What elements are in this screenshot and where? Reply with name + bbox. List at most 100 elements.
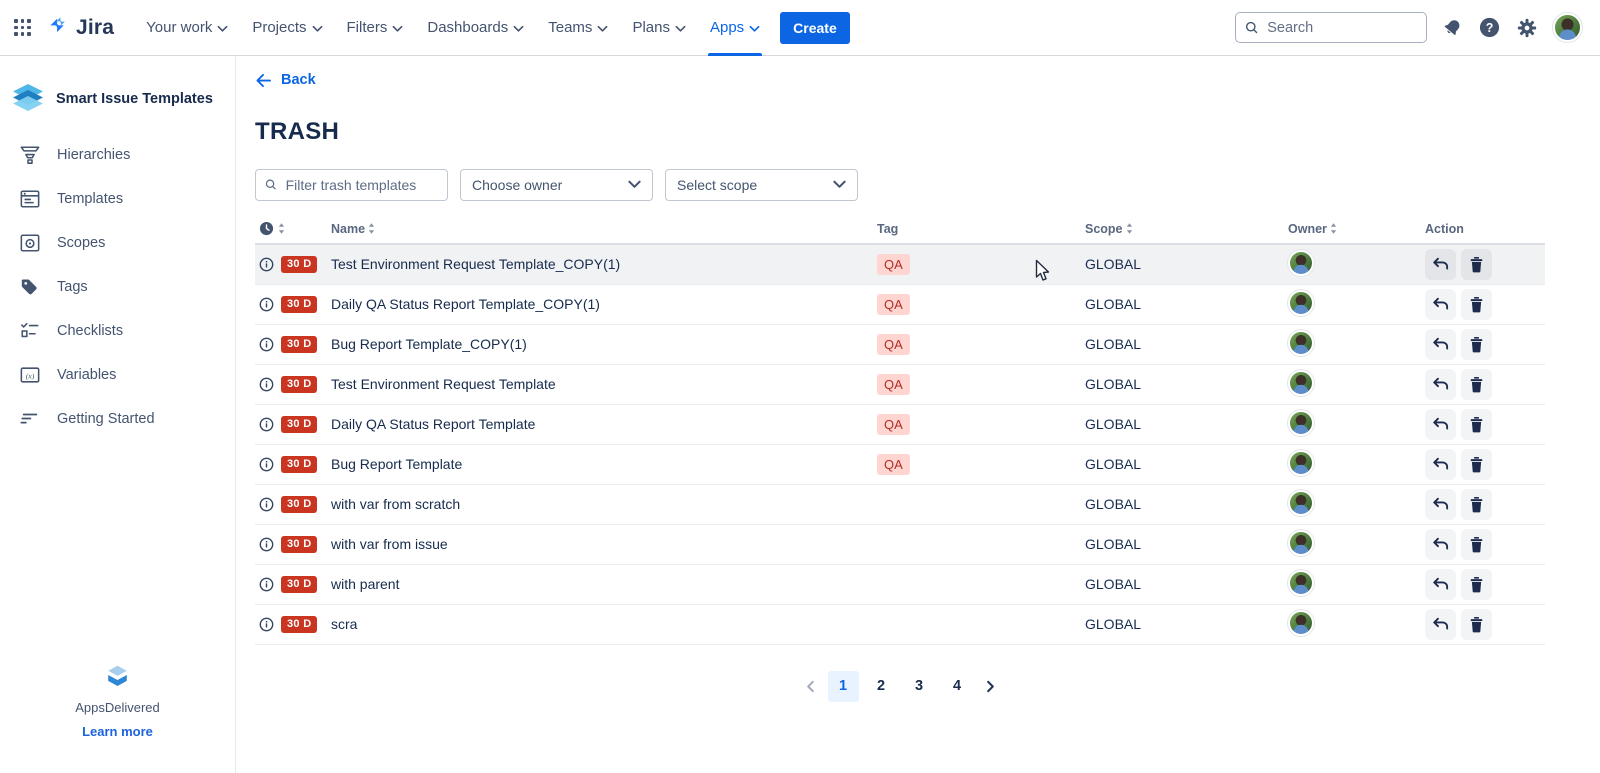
column-owner[interactable]: Owner — [1288, 222, 1425, 236]
template-name[interactable]: Bug Report Template_COPY(1) — [331, 336, 877, 352]
notifications-button[interactable] — [1442, 17, 1463, 38]
table-row[interactable]: 30 D Test Environment Request Template Q… — [255, 365, 1545, 405]
delete-button[interactable] — [1461, 449, 1492, 480]
delete-button[interactable] — [1461, 489, 1492, 520]
template-name[interactable]: with var from issue — [331, 536, 877, 552]
owner-avatar[interactable] — [1288, 290, 1314, 316]
restore-button[interactable] — [1425, 609, 1456, 640]
jira-logo[interactable]: Jira — [45, 15, 114, 40]
table-header: Name Tag Scope Owner Action — [255, 215, 1545, 245]
info-icon[interactable] — [259, 457, 274, 472]
info-icon[interactable] — [259, 337, 274, 352]
table-row[interactable]: 30 D with var from scratch GLOBAL — [255, 485, 1545, 525]
nav-item-teams[interactable]: Teams — [536, 0, 620, 56]
restore-button[interactable] — [1425, 409, 1456, 440]
table-row[interactable]: 30 D with parent GLOBAL — [255, 565, 1545, 605]
sidebar-item-getting-started[interactable]: Getting Started — [0, 400, 235, 438]
restore-button[interactable] — [1425, 449, 1456, 480]
previous-page-button[interactable] — [800, 675, 821, 698]
search-input[interactable] — [1265, 19, 1417, 37]
owner-avatar[interactable] — [1288, 570, 1314, 596]
owner-avatar[interactable] — [1288, 330, 1314, 356]
restore-button[interactable] — [1425, 249, 1456, 280]
column-name[interactable]: Name — [331, 222, 877, 236]
delete-button[interactable] — [1461, 329, 1492, 360]
info-icon[interactable] — [259, 417, 274, 432]
column-expiry[interactable] — [255, 221, 331, 236]
sidebar-item-scopes[interactable]: Scopes — [0, 224, 235, 262]
user-avatar[interactable] — [1553, 13, 1582, 42]
template-name[interactable]: Daily QA Status Report Template — [331, 416, 877, 432]
table-row[interactable]: 30 D Bug Report Template_COPY(1) QA GLOB… — [255, 325, 1545, 365]
template-name[interactable]: with parent — [331, 576, 877, 592]
trash-filter-input[interactable] — [284, 176, 438, 194]
nav-item-projects[interactable]: Projects — [240, 0, 334, 56]
learn-more-link[interactable]: Learn more — [82, 724, 153, 739]
page-button-4[interactable]: 4 — [942, 671, 973, 702]
owner-avatar[interactable] — [1288, 450, 1314, 476]
page-button-1[interactable]: 1 — [828, 671, 859, 702]
table-row[interactable]: 30 D Test Environment Request Template_C… — [255, 245, 1545, 285]
info-icon[interactable] — [259, 257, 274, 272]
nav-item-dashboards[interactable]: Dashboards — [415, 0, 536, 56]
template-name[interactable]: Bug Report Template — [331, 456, 877, 472]
owner-avatar[interactable] — [1288, 410, 1314, 436]
owner-avatar[interactable] — [1288, 250, 1314, 276]
restore-button[interactable] — [1425, 289, 1456, 320]
restore-button[interactable] — [1425, 489, 1456, 520]
template-name[interactable]: Daily QA Status Report Template_COPY(1) — [331, 296, 877, 312]
table-row[interactable]: 30 D scra GLOBAL — [255, 605, 1545, 645]
help-button[interactable]: ? — [1478, 16, 1501, 39]
delete-button[interactable] — [1461, 249, 1492, 280]
info-icon[interactable] — [259, 617, 274, 632]
nav-item-plans[interactable]: Plans — [620, 0, 698, 56]
column-scope[interactable]: Scope — [1085, 222, 1288, 236]
info-icon[interactable] — [259, 497, 274, 512]
settings-button[interactable] — [1516, 17, 1538, 39]
owner-avatar[interactable] — [1288, 530, 1314, 556]
nav-item-apps[interactable]: Apps — [698, 0, 772, 56]
nav-item-filters[interactable]: Filters — [335, 0, 416, 56]
back-link[interactable]: Back — [255, 72, 316, 88]
sidebar-item-variables[interactable]: (x) Variables — [0, 356, 235, 394]
app-switcher-icon[interactable] — [14, 19, 31, 36]
owner-dropdown[interactable]: Choose owner — [460, 169, 653, 201]
sidebar-item-tags[interactable]: Tags — [0, 268, 235, 306]
info-icon[interactable] — [259, 377, 274, 392]
delete-button[interactable] — [1461, 289, 1492, 320]
table-row[interactable]: 30 D Bug Report Template QA GLOBAL — [255, 445, 1545, 485]
trash-filter-field[interactable] — [255, 169, 448, 201]
nav-item-your-work[interactable]: Your work — [134, 0, 240, 56]
sidebar-item-checklists[interactable]: Checklists — [0, 312, 235, 350]
delete-button[interactable] — [1461, 569, 1492, 600]
table-row[interactable]: 30 D with var from issue GLOBAL — [255, 525, 1545, 565]
page-button-2[interactable]: 2 — [866, 671, 897, 702]
sidebar-item-templates[interactable]: Templates — [0, 180, 235, 218]
template-name[interactable]: Test Environment Request Template_COPY(1… — [331, 256, 877, 272]
next-page-button[interactable] — [980, 675, 1001, 698]
owner-avatar[interactable] — [1288, 370, 1314, 396]
restore-button[interactable] — [1425, 529, 1456, 560]
global-search[interactable] — [1235, 12, 1427, 43]
delete-button[interactable] — [1461, 609, 1492, 640]
info-icon[interactable] — [259, 577, 274, 592]
table-row[interactable]: 30 D Daily QA Status Report Template_COP… — [255, 285, 1545, 325]
delete-button[interactable] — [1461, 369, 1492, 400]
delete-button[interactable] — [1461, 529, 1492, 560]
restore-button[interactable] — [1425, 569, 1456, 600]
template-name[interactable]: Test Environment Request Template — [331, 376, 877, 392]
sidebar-item-hierarchies[interactable]: Hierarchies — [0, 136, 235, 174]
template-name[interactable]: with var from scratch — [331, 496, 877, 512]
info-icon[interactable] — [259, 297, 274, 312]
create-button[interactable]: Create — [780, 12, 850, 44]
restore-button[interactable] — [1425, 329, 1456, 360]
page-button-3[interactable]: 3 — [904, 671, 935, 702]
owner-avatar[interactable] — [1288, 610, 1314, 636]
scope-dropdown[interactable]: Select scope — [665, 169, 858, 201]
table-row[interactable]: 30 D Daily QA Status Report Template QA … — [255, 405, 1545, 445]
owner-avatar[interactable] — [1288, 490, 1314, 516]
delete-button[interactable] — [1461, 409, 1492, 440]
restore-button[interactable] — [1425, 369, 1456, 400]
template-name[interactable]: scra — [331, 616, 877, 632]
info-icon[interactable] — [259, 537, 274, 552]
